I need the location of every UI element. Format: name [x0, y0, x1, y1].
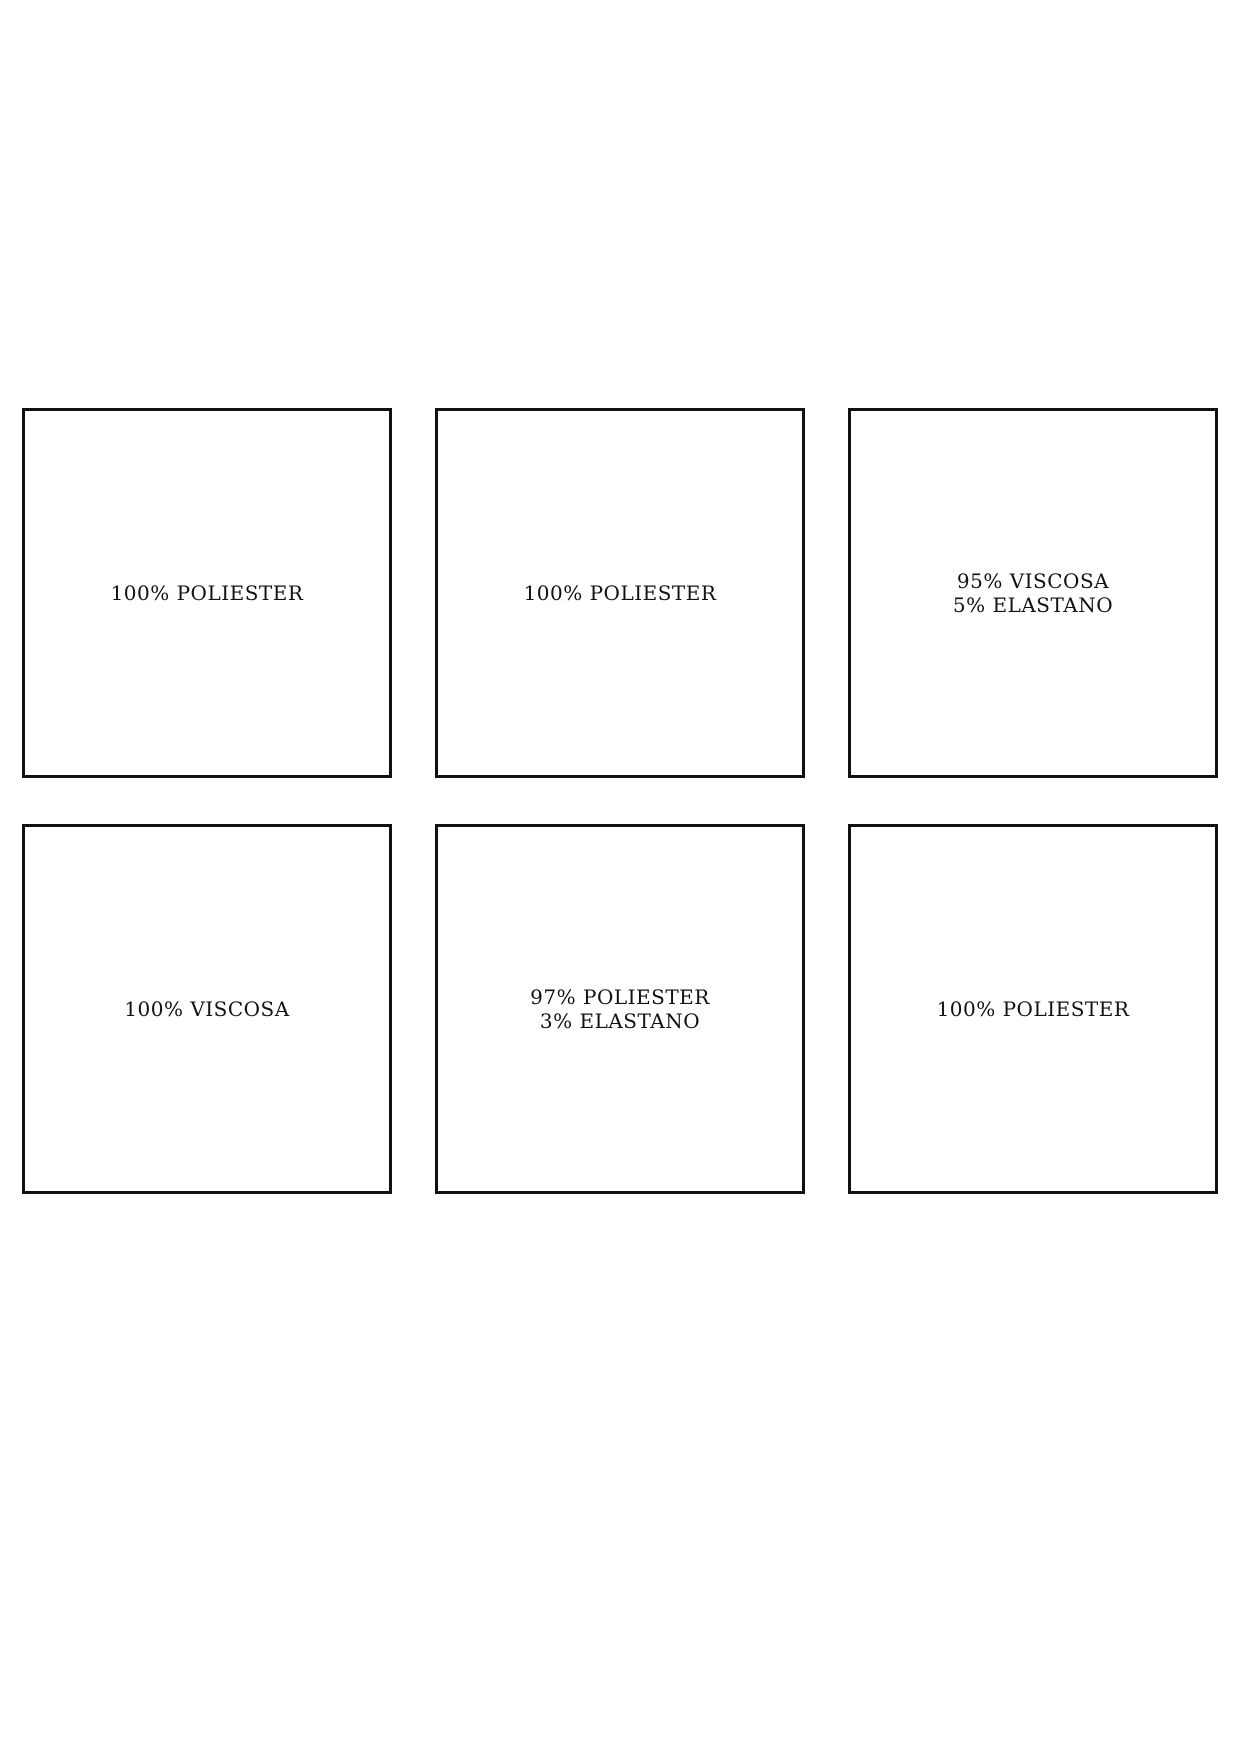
- composition-text: 100% POLIESTER: [937, 997, 1130, 1021]
- composition-text: 100% POLIESTER: [524, 581, 717, 605]
- label-grid: 100% POLIESTER 100% POLIESTER 95% VISCOS…: [22, 408, 1218, 1194]
- composition-line: 97% POLIESTER: [530, 985, 710, 1009]
- composition-text: 97% POLIESTER 3% ELASTANO: [530, 985, 710, 1033]
- fabric-label-4: 100% VISCOSA: [22, 824, 392, 1194]
- composition-line: 100% POLIESTER: [936, 997, 1130, 1021]
- composition-text: 100% POLIESTER: [111, 581, 304, 605]
- composition-line: 3% ELASTANO: [539, 1009, 701, 1033]
- composition-line: 100% VISCOSA: [124, 997, 290, 1021]
- label-sheet: 100% POLIESTER 100% POLIESTER 95% VISCOS…: [0, 0, 1240, 1755]
- composition-line: 95% VISCOSA: [956, 569, 1110, 593]
- fabric-label-3: 95% VISCOSA 5% ELASTANO: [848, 408, 1218, 778]
- fabric-label-2: 100% POLIESTER: [435, 408, 805, 778]
- fabric-label-5: 97% POLIESTER 3% ELASTANO: [435, 824, 805, 1194]
- fabric-label-1: 100% POLIESTER: [22, 408, 392, 778]
- composition-line: 100% POLIESTER: [523, 581, 717, 605]
- composition-text: 95% VISCOSA 5% ELASTANO: [953, 569, 1113, 617]
- composition-line: 100% POLIESTER: [110, 581, 304, 605]
- fabric-label-6: 100% POLIESTER: [848, 824, 1218, 1194]
- composition-text: 100% VISCOSA: [124, 997, 289, 1021]
- composition-line: 5% ELASTANO: [952, 593, 1114, 617]
